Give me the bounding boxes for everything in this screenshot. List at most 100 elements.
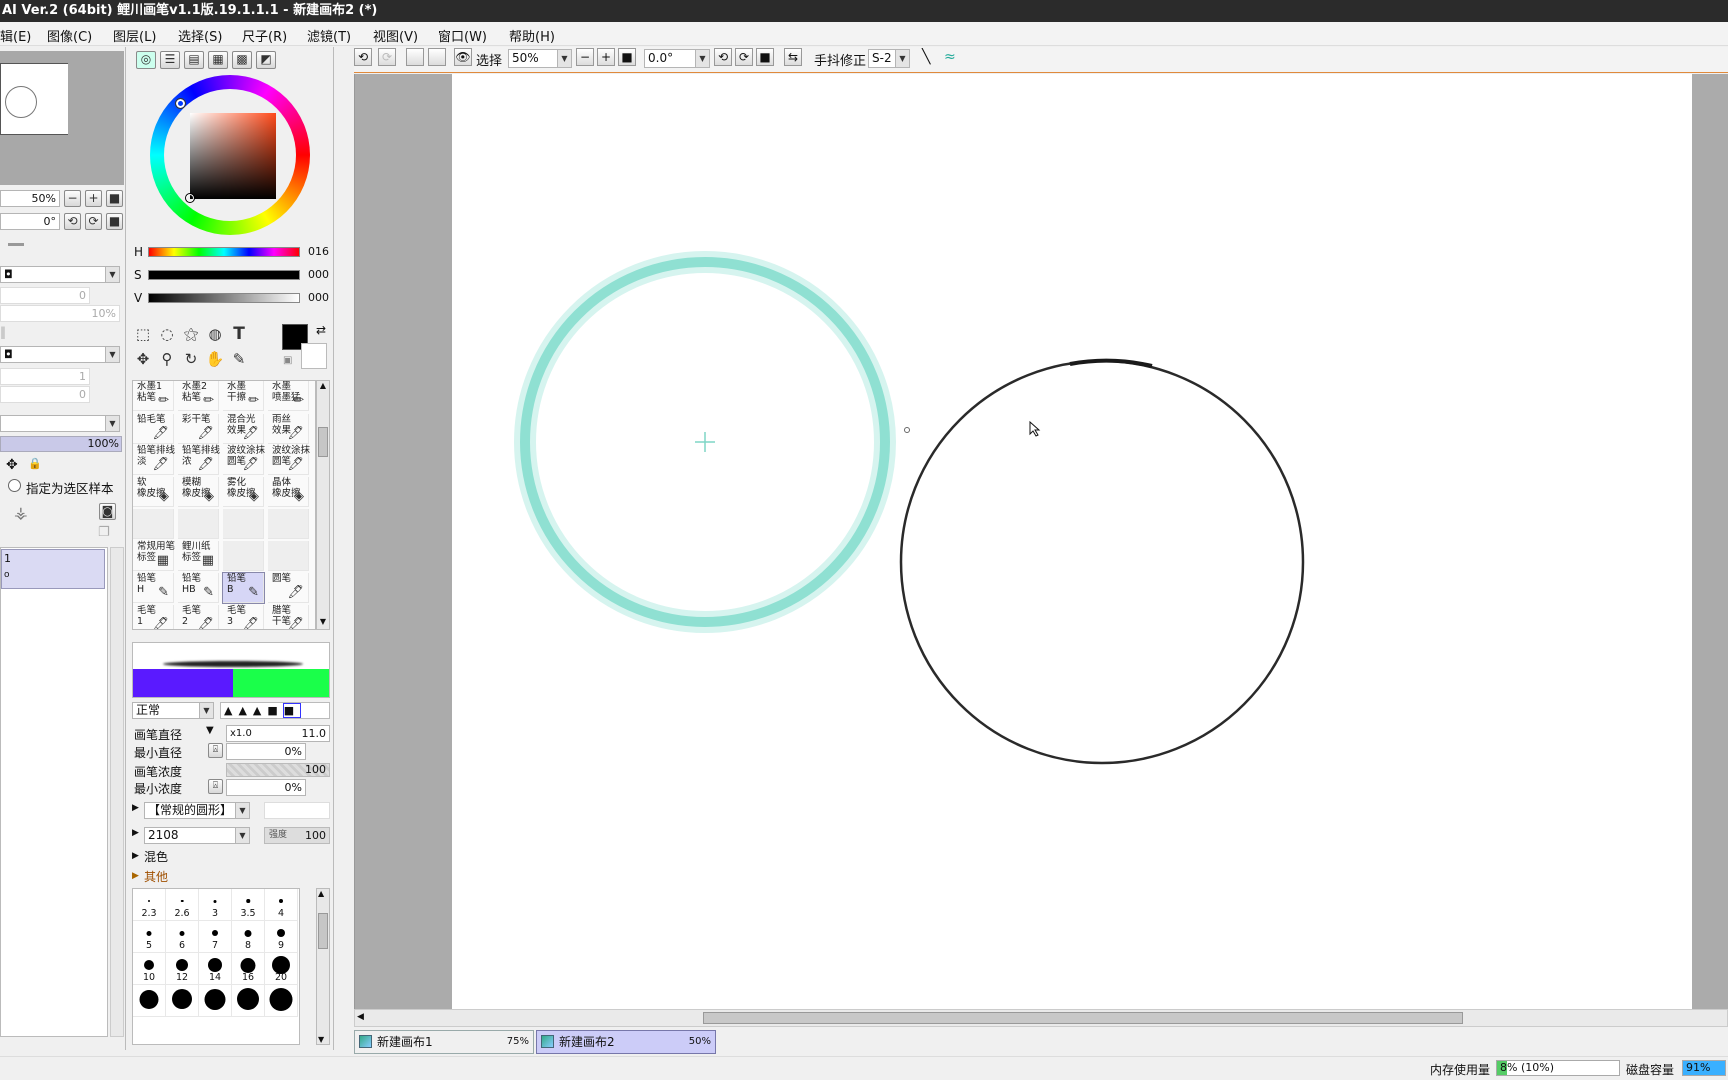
move-icon[interactable]: ✥ [6,457,18,473]
layer-value-field-2[interactable]: 1 [0,368,90,385]
brush-preset-cell[interactable]: 圆笔 🖊 [268,573,309,603]
toolbar-zoom-out-button[interactable]: − [576,48,594,66]
menu-view[interactable]: 视图(V) [373,26,418,45]
deselect-button[interactable] [406,48,424,66]
zoom-in-button[interactable]: + [85,190,102,207]
shape-expand-icon[interactable]: ▶ [132,803,139,813]
brush-empty-cell[interactable] [133,509,174,539]
brush-preset-cell[interactable]: 水墨 喷墨猛 ✏ [268,381,309,411]
hand-tool-icon[interactable]: ✋ [204,348,226,370]
toolbar-zoom-in-button[interactable]: + [597,48,615,66]
toolbar-angle-dropdown[interactable]: 0.0° ▼ [644,49,710,68]
doc-tab-2[interactable]: 新建画布2 50% [536,1030,716,1054]
navigator-thumbnail[interactable] [0,51,76,185]
lasso-icon[interactable]: ◌ [156,323,178,345]
brush-size-cell[interactable] [265,985,298,1017]
brush-preset-cell[interactable]: 晶体 橡皮擦 ◈ [268,477,309,507]
layer-value-field-3[interactable]: 0 [0,386,90,403]
brush-size-cell[interactable] [133,985,166,1017]
toolbar-zoom-dropdown[interactable]: 50% ▼ [508,49,572,68]
layer-blend-dropdown[interactable]: ◘ ▼ [0,266,120,283]
layer-mode-dropdown[interactable]: ◘ ▼ [0,346,120,363]
canvas-drawing[interactable] [452,74,1692,1009]
brush-size-cell[interactable]: 3.5 [232,889,265,921]
hue-slider[interactable] [148,247,300,257]
redo-button[interactable]: ⟳ [378,48,396,66]
brush-size-cell[interactable]: 4 [265,889,298,921]
canvas-viewport[interactable] [354,74,1728,1009]
menu-edit[interactable]: 辑(E) [0,26,31,45]
brush-preset-cell[interactable]: 常规用笔 标签 ▦ [133,541,175,571]
scratchpad-button[interactable]: ◩ [256,51,276,69]
text-tool-icon[interactable]: T [228,323,250,345]
right-scroll-area[interactable] [1692,74,1728,1009]
background-color-swatch[interactable] [301,343,327,369]
shape-select-icon[interactable]: ◍ [204,323,226,345]
brush-preset-cell[interactable]: 彩干笔 🖊 [178,414,219,444]
texture-strength[interactable]: 强度 100 [264,827,330,844]
toolbar-rotate-reset-button[interactable]: ■ [756,48,774,66]
rgb-slider-button[interactable]: ☰ [160,51,180,69]
brush-empty-cell[interactable] [223,509,264,539]
rotate-right-button[interactable]: ⟳ [85,213,102,230]
brush-preset-cell[interactable]: 铅笔 B ✎ [222,572,265,604]
shape-strength-field[interactable] [264,802,330,819]
brush-preset-cell[interactable]: 雨丝 效果 🖊 [268,414,309,444]
brush-preset-cell[interactable]: 雾化 橡皮擦 ◈ [223,477,264,507]
lock-icon[interactable]: 🔒 [28,457,42,470]
hscroll-thumb[interactable] [703,1012,1463,1024]
size-curve-dropdown[interactable]: ▼ [206,725,214,736]
line-tool-icon[interactable]: ╲ [922,49,930,65]
other-section-label[interactable]: 其他 [144,868,168,885]
canvas-paper[interactable] [452,74,1692,1009]
menu-filter[interactable]: 滤镜(T) [307,26,351,45]
eyedropper-icon[interactable]: ✎ [228,348,250,370]
min-density-pressure-button[interactable]: ⍓ [208,779,223,794]
rect-select-icon[interactable]: ⬚ [132,323,154,345]
palette-button[interactable]: ▦ [208,51,228,69]
layer-value-field[interactable]: 0 [0,287,90,304]
move-tool-icon[interactable]: ✥ [132,348,154,370]
sv-marker[interactable] [185,193,195,203]
brush-preset-cell[interactable]: 模糊 橡皮擦 ◈ [178,477,219,507]
other-expand-icon[interactable]: ▶ [132,871,139,881]
brush-size-cell[interactable]: 20 [265,953,298,985]
brush-blend-dropdown[interactable]: 正常 ▼ [132,702,214,719]
splitter-handle[interactable] [8,243,24,246]
hsv-slider-button[interactable]: ▤ [184,51,204,69]
brush-empty-cell[interactable] [268,541,309,571]
saturation-slider[interactable] [148,270,300,280]
zoom-reset-button[interactable]: ■ [106,190,123,207]
min-density-field[interactable]: 0% [226,779,306,796]
stabilizer-dropdown[interactable]: S-2 ▼ [868,49,910,68]
canvas-hscrollbar[interactable]: ◀ [354,1009,1728,1027]
brush-preset-cell[interactable]: 铅笔排线 淡 🖊 [133,445,175,475]
rotate-tool-icon[interactable]: ↻ [180,348,202,370]
brush-size-cell[interactable]: 2.6 [166,889,199,921]
layer-folder-icon[interactable]: ❐ [98,525,110,540]
mix-expand-icon[interactable]: ▶ [132,851,139,861]
menu-help[interactable]: 帮助(H) [509,26,555,45]
brush-empty-cell[interactable] [268,509,309,539]
transparent-color-icon[interactable]: ▣ [283,355,292,366]
color-sv-square[interactable] [190,113,276,199]
brush-preset-cell[interactable]: 毛笔 3 🖊 [223,605,264,629]
brush-empty-cell[interactable] [223,541,264,571]
magic-wand-icon[interactable]: ⚝ [180,323,202,345]
min-size-field[interactable]: 0% [226,743,306,760]
zoom-out-button[interactable]: − [64,190,81,207]
navigator-zoom-field[interactable]: 50% [0,190,60,207]
toolbar-zoom-reset-button[interactable]: ■ [618,48,636,66]
brush-size-cell[interactable]: 14 [199,953,232,985]
opacity-bar[interactable]: 100% [0,436,122,452]
brush-preset-cell[interactable]: 水墨1 粘笔 ✏ [133,381,174,411]
toolbar-rotate-left-button[interactable]: ⟲ [714,48,732,66]
doc-tab-1[interactable]: 新建画布1 75% [354,1030,534,1054]
rotate-reset-button[interactable]: ■ [106,213,123,230]
layer-item[interactable]: 1 o [1,549,105,589]
brush-size-cell[interactable] [232,985,265,1017]
brush-preset-cell[interactable]: 铅笔排线 浓 🖊 [178,445,220,475]
new-layer-icon[interactable]: ⚶ [14,503,28,522]
zoom-tool-icon[interactable]: ⚲ [156,348,178,370]
brush-size-cell[interactable]: 9 [265,921,298,953]
